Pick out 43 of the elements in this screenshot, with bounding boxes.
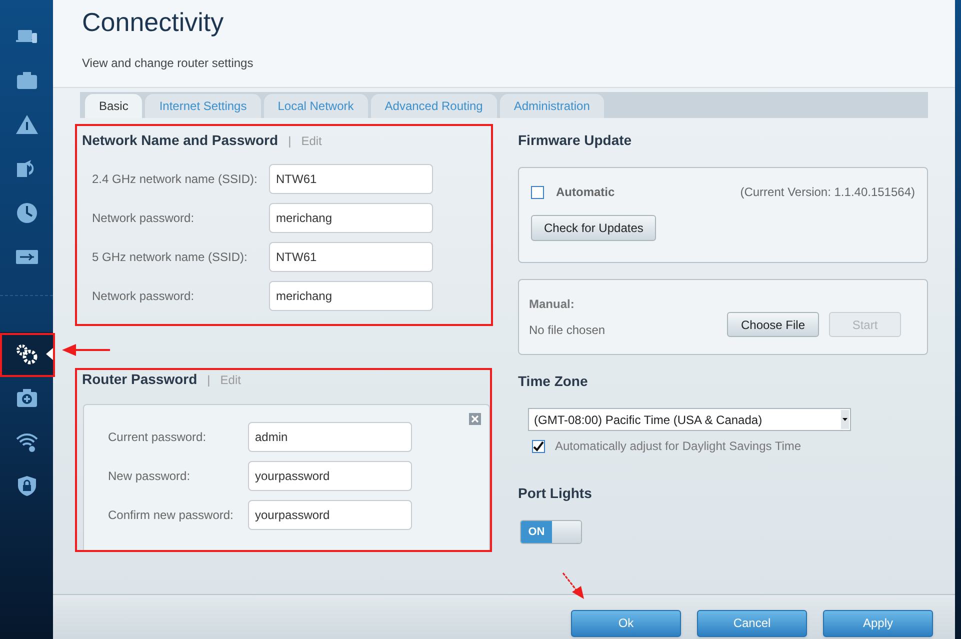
dropdown-caret-icon — [841, 410, 849, 429]
section-title: Port Lights — [518, 484, 593, 503]
separator-text: | — [207, 372, 210, 388]
field-label: Confirm new password: — [108, 506, 234, 524]
field-label: 2.4 GHz network name (SSID): — [92, 170, 258, 188]
checkbox-label: Automatic — [556, 184, 615, 201]
section-title: Network Name and Password — [82, 131, 278, 150]
pointer-arrow — [62, 344, 110, 356]
checkbox-label: Automatically adjust for Daylight Savings Time — [555, 438, 802, 455]
file-status: No file chosen — [529, 322, 606, 339]
section-title: Firmware Update — [518, 131, 633, 150]
medical-kit-icon — [14, 386, 38, 410]
choose-file-button[interactable]: Choose File — [727, 312, 819, 337]
text-field[interactable]: NTW61 — [269, 242, 433, 272]
text-field[interactable]: merichang — [269, 280, 433, 310]
field-label: Network password: — [92, 288, 196, 304]
warning-icon — [14, 113, 38, 137]
pointer-arrow — [562, 572, 586, 600]
page-subtitle: View and change router settings — [82, 55, 254, 72]
separator-text: | — [288, 132, 292, 150]
manual-label: Manual: — [529, 296, 576, 313]
check-updates-button[interactable]: Check for Updates — [531, 215, 656, 241]
field-label: Network password: — [92, 210, 196, 226]
text-field[interactable]: merichang — [269, 202, 433, 232]
text-field[interactable]: NTW61 — [269, 164, 433, 194]
close-icon[interactable] — [469, 413, 481, 425]
field-label: 5 GHz network name (SSID): — [92, 248, 248, 266]
field-label: Current password: — [108, 428, 208, 446]
field-label: New password: — [108, 468, 192, 484]
checkbox[interactable] — [531, 186, 544, 198]
highlight-frame — [0, 333, 55, 377]
text-field[interactable]: yourpassword — [248, 500, 412, 530]
page-title: Connectivity — [82, 6, 225, 39]
tab[interactable]: Basic — [85, 94, 142, 118]
clock-icon — [14, 201, 38, 225]
section-title: Time Zone — [518, 372, 589, 391]
gears-icon — [14, 342, 38, 366]
version-text: (Current Version: 1.1.40.151564) — [740, 184, 915, 201]
checkbox[interactable] — [532, 440, 545, 452]
section-title: Router Password — [82, 370, 198, 389]
text-field[interactable]: yourpassword — [248, 460, 412, 490]
time-zone-select[interactable]: (GMT-08:00) Pacific Time (USA & Canada) — [528, 408, 851, 431]
text-field[interactable]: admin — [248, 422, 412, 452]
